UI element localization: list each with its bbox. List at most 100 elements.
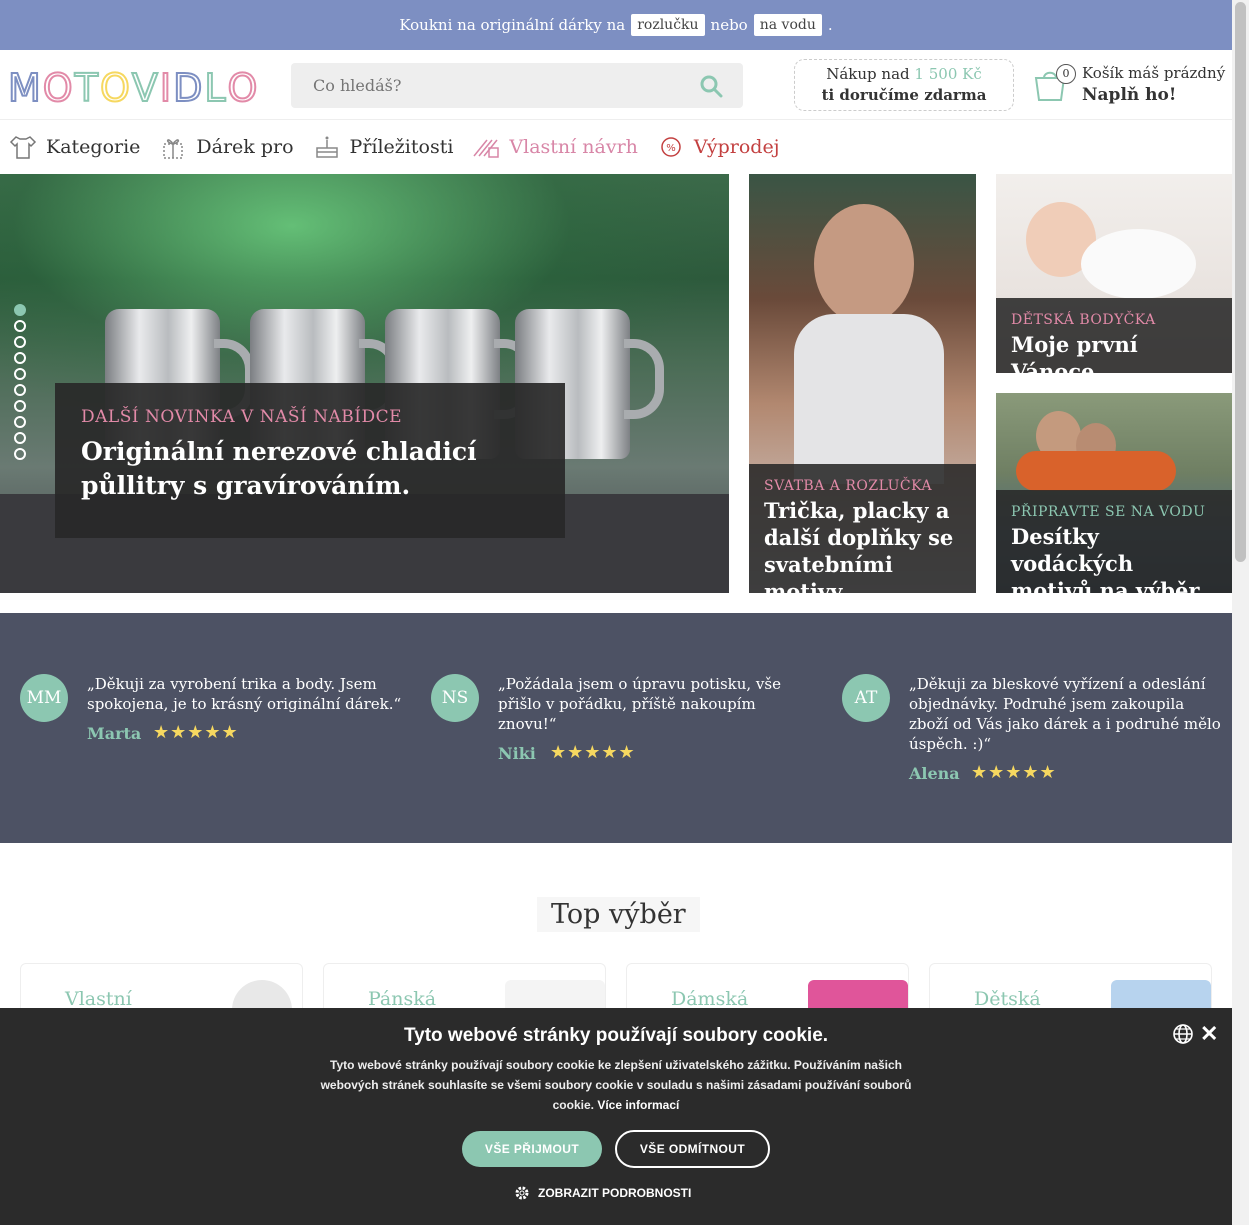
shipping-line2: ti doručíme zdarma [821,86,987,104]
reviewer-avatar: AT [842,674,890,722]
star-rating: ★★★★★ [971,762,1057,783]
slider-dot[interactable] [14,336,26,348]
reviewer-avatar: NS [431,674,479,722]
category-label: Dámská [671,988,749,1010]
banner-title: Desítky vodáckých motivů na výběr [1011,524,1200,593]
nav-item-vyprodej[interactable]: % Výprodej [656,134,780,160]
promo-link-rozlucka[interactable]: rozlučku [631,14,705,36]
slider-dot[interactable] [14,416,26,428]
banner-water[interactable]: PŘIPRAVTE SE NA VODU Desítky vodáckých m… [996,393,1232,593]
banner-title: Trička, placky a další doplňky se svateb… [764,498,954,593]
percent-icon: % [661,137,681,157]
close-icon[interactable]: ✕ [1200,1021,1218,1047]
show-details-label: ZOBRAZIT PODROBNOSTI [538,1186,692,1200]
free-shipping-notice: Nákup nad 1 500 Kč ti doručíme zdarma [794,59,1014,111]
cart-status: Košík máš prázdný [1082,64,1226,82]
gear-icon [515,1186,529,1200]
promo-link-voda[interactable]: na vodu [753,14,822,36]
site-logo[interactable]: MOTOVIDLO [7,65,259,111]
slider-dot[interactable] [14,400,26,412]
promo-text-before: Koukni na originální dárky na [399,16,626,34]
cookie-title: Tyto webové stránky používají soubory co… [403,1025,829,1046]
category-label: Vlastní [65,988,132,1010]
nav-item-vlastni-navrh[interactable]: Vlastní návrh [471,134,638,160]
nav-label: Vlastní návrh [509,136,638,158]
nav-item-kategorie[interactable]: Kategorie [8,134,140,160]
logo-letter: O [99,65,131,111]
promo-text-after: . [827,16,833,34]
review-author: Marta [87,724,142,743]
category-label: Pánská [368,988,437,1010]
slider-dot[interactable] [14,320,26,332]
banner-caption: DĚTSKÁ BODYČKA Moje první Vánoce [996,298,1232,373]
banner-baby[interactable]: DĚTSKÁ BODYČKA Moje první Vánoce [996,174,1232,373]
scrollbar[interactable] [1232,0,1249,1225]
show-details-button[interactable]: ZOBRAZIT PODROBNOSTI [514,1185,691,1201]
cookie-text: Tyto webové stránky používají soubory co… [316,1055,916,1115]
reviews-section: MM „Děkuji za vyrobení trika a body. Jse… [0,613,1232,843]
reviewer-avatar: MM [20,674,68,722]
nav-item-prilezitosti[interactable]: Příležitosti [312,134,454,160]
star-rating: ★★★★★ [550,742,636,763]
shipping-price: 1 500 Kč [914,65,982,83]
shipping-line1: Nákup nad [826,65,910,83]
design-icon [473,139,500,158]
banner-caption: PŘIPRAVTE SE NA VODU Desítky vodáckých m… [996,490,1232,593]
slider-dot[interactable] [14,352,26,364]
cart-count-badge: 0 [1056,64,1076,84]
banner-photo-person [814,204,914,324]
nav-item-darek-pro[interactable]: Dárek pro [158,134,294,160]
banner-caption: SVATBA A ROZLUČKA Trička, placky a další… [749,464,976,593]
slider-dot[interactable] [14,304,26,316]
review-text: „Požádala jsem o úpravu potisku, vše při… [498,675,781,733]
slider-dots [14,304,26,460]
banner-photo-bodysuit [1081,229,1196,299]
nav-label: Příležitosti [349,136,454,158]
banner-photo-tshirt [794,314,944,484]
hero-slider[interactable]: DALŠÍ NOVINKA V NAŠÍ NABÍDCE Originální … [0,174,729,593]
star-rating: ★★★★★ [153,722,239,743]
category-label: Dětská [974,988,1041,1010]
logo-letter: M [7,65,42,111]
review-text: „Děkuji za vyrobení trika a body. Jsem s… [87,675,402,713]
banner-kicker: SVATBA A ROZLUČKA [764,478,933,494]
logo-letter: T [74,65,99,111]
logo-letter: D [172,65,204,111]
banner-photo-life-vests [1016,451,1176,491]
accept-all-button[interactable]: VŠE PŘIJMOUT [462,1131,602,1167]
logo-letter: O [42,65,74,111]
scrollbar-thumb[interactable] [1235,2,1246,562]
logo-letter: O [227,65,259,111]
reject-all-button[interactable]: VŠE ODMÍTNOUT [615,1130,770,1168]
banner-wedding[interactable]: SVATBA A ROZLUČKA Trička, placky a další… [749,174,976,593]
logo-letter: I [159,65,173,111]
review-author: Niki [498,744,536,763]
slider-dot[interactable] [14,432,26,444]
globe-icon[interactable] [1172,1023,1194,1045]
promo-text-middle: nebo [710,16,748,34]
slider-dot[interactable] [14,368,26,380]
logo-letter: L [203,65,227,111]
cookie-more-info-link[interactable]: Více informací [597,1098,679,1112]
nav-label: Dárek pro [196,136,294,158]
slider-dot[interactable] [14,384,26,396]
search-icon[interactable] [699,74,723,98]
gift-icon [163,139,184,159]
search-box [291,63,743,108]
main-nav: Kategorie Dárek pro Příležitosti Vlastní… [0,121,1232,173]
section-title: Top výběr [537,897,700,932]
slider-dot[interactable] [14,448,26,460]
cart[interactable]: 0 Košík máš prázdný Naplň ho! [1032,64,1232,108]
hero-caption[interactable]: DALŠÍ NOVINKA V NAŠÍ NABÍDCE Originální … [55,383,565,538]
cake-icon [315,136,338,158]
review-text: „Děkuji za bleskové vyřízení a odeslání … [909,675,1221,753]
promo-bar: Koukni na originální dárky na rozlučku n… [0,0,1232,50]
cart-cta[interactable]: Naplň ho! [1082,85,1176,105]
nav-label: Výprodej [693,136,780,158]
hero-title: Originální nerezové chladicí půllitry s … [81,437,477,500]
hero-kicker: DALŠÍ NOVINKA V NAŠÍ NABÍDCE [81,407,403,427]
review-author: Alena [909,764,960,783]
search-input[interactable] [291,63,671,108]
svg-text:%: % [666,143,676,154]
banner-kicker: DĚTSKÁ BODYČKA [1011,312,1156,328]
